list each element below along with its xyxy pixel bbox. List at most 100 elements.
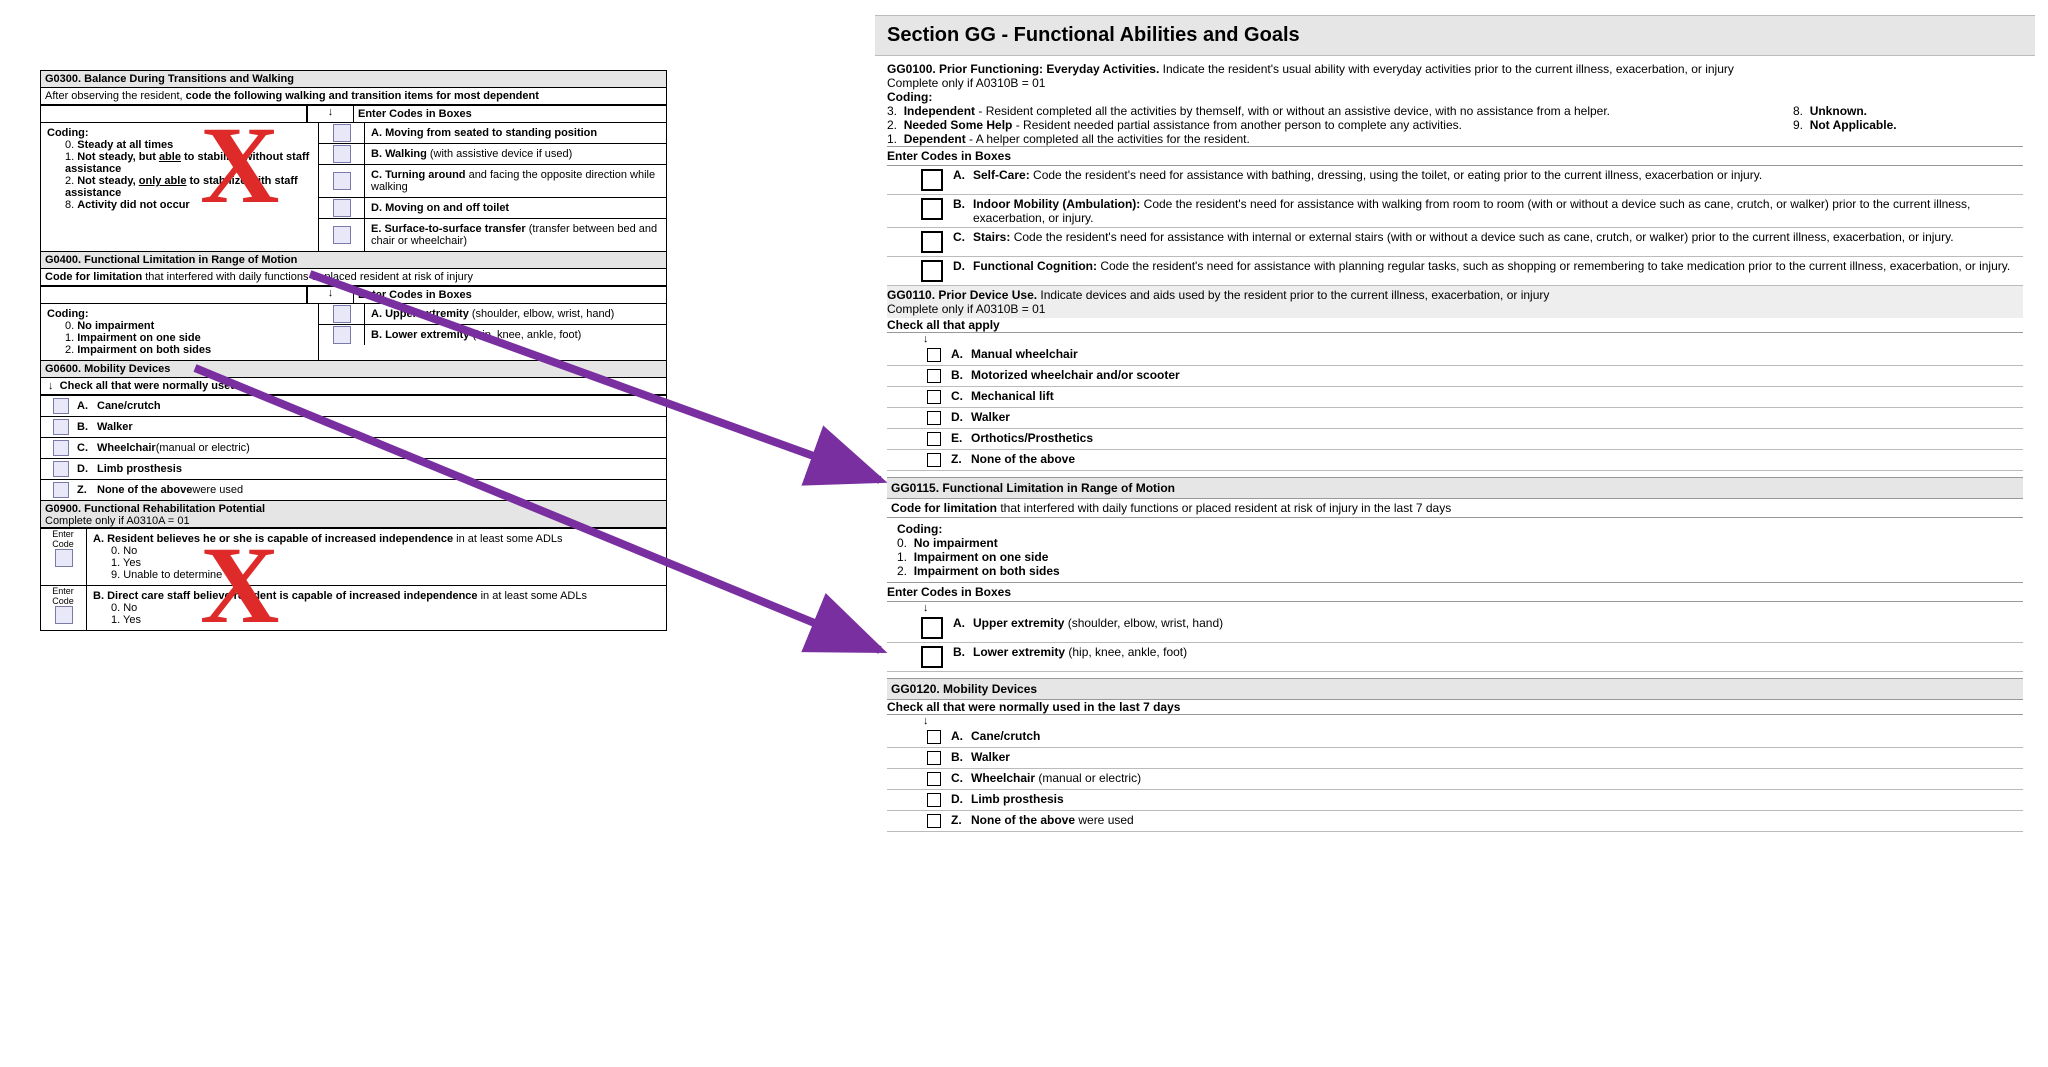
tt: were used [192,484,243,496]
checkbox[interactable] [927,751,941,765]
l: C. [953,230,973,244]
code-box[interactable] [333,226,351,244]
g0600-z: Z.None of the above were used [41,479,666,500]
code-box[interactable] [333,172,351,190]
t: (shoulder, elbow, wrist, hand) [1064,616,1223,630]
checkbox[interactable] [927,772,941,786]
c1: Impairment on one side [77,332,200,344]
code-box[interactable] [333,145,351,163]
code-box[interactable] [921,169,943,191]
checkbox[interactable] [927,390,941,404]
t: Walker [97,421,133,433]
enter-label: Enter Codes in Boxes [887,585,1011,599]
bt: in at least some ADLs [478,590,587,602]
b: Functional Cognition: [973,259,1097,273]
new-form: Section GG - Functional Abilities and Go… [875,15,2035,838]
t: (hip, knee, ankle, foot) [1065,645,1187,659]
code-box[interactable] [333,326,351,344]
gg0120-d: D.Limb prosthesis [887,790,2023,811]
code-box[interactable] [921,617,943,639]
gg0115-b: B.Lower extremity (hip, knee, ankle, foo… [887,643,2023,672]
d: Indicate devices and aids used by the re… [1037,288,1549,302]
gg0110-b: B.Motorized wheelchair and/or scooter [887,366,2023,387]
checkbox[interactable] [927,453,941,467]
checkbox[interactable] [927,369,941,383]
t: Mechanical lift [971,389,1054,403]
c2u: only able [139,175,187,187]
g0300-instr-pre: After observing the resident, [45,90,186,102]
arrow-down-icon: ↓ [923,715,2023,727]
g0600-header: G0600. Mobility Devices [41,360,666,378]
checkbox[interactable] [927,411,941,425]
g0300-b: B. Walking (with assistive device if use… [365,144,666,164]
legacy-form: G0300. Balance During Transitions and Wa… [40,70,667,631]
l: D. [951,792,971,806]
t: GG0110. Prior Device Use. [887,288,1037,302]
gg0100-a: A.Self-Care: Code the resident's need fo… [887,166,2023,195]
g0400-codes-label: Enter Codes in Boxes [354,287,666,303]
al: A. [371,308,382,320]
l: A. [951,729,971,743]
code-box[interactable] [55,549,73,567]
checkbox[interactable] [53,419,69,435]
bt: (hip, knee, ankle, foot) [469,329,581,341]
t: Orthotics/Prosthetics [971,431,1093,445]
code-box[interactable] [921,646,943,668]
code-box[interactable] [333,305,351,323]
gg0100-header: GG0100. Prior Functioning: Everyday Acti… [887,62,2023,90]
t: Code the resident's need for assistance … [1097,259,2010,273]
code-box[interactable] [55,606,73,624]
t: (manual or electric) [1035,771,1141,785]
l: C. [951,771,971,785]
l: D. [953,259,973,273]
g0300-instruction: After observing the resident, code the f… [41,88,666,105]
bb: Direct care staff believe resident is ca… [107,590,477,602]
g0600-b: B.Walker [41,416,666,437]
code-box[interactable] [333,199,351,217]
d: Indoor Mobility (Ambulation): Code the r… [973,197,2019,225]
bb: Walking [385,148,427,160]
cl: Coding: [887,90,932,104]
c1u: able [159,151,181,163]
bb: Lower extremity [385,329,469,341]
checkbox[interactable] [53,482,69,498]
c0: Steady at all times [77,139,173,151]
c0: No impairment [77,320,154,332]
c0: No impairment [914,536,998,550]
g0400-header: G0400. Functional Limitation in Range of… [41,251,666,269]
t: GG0100. Prior Functioning: Everyday Acti… [887,62,1159,76]
checkbox[interactable] [927,348,941,362]
enter-code-label: Enter Code [41,529,85,549]
checkbox[interactable] [53,440,69,456]
d: None of the above were used [971,813,2019,827]
t: Code the resident's need for assistance … [1010,230,1953,244]
code-box[interactable] [921,198,943,220]
gg0110-a: A.Manual wheelchair [887,345,2023,366]
g0400-a: A. Upper extremity (shoulder, elbow, wri… [365,304,666,324]
gg0115-coding: Coding: 0. No impairment 1. Impairment o… [887,518,2023,582]
checkbox[interactable] [927,432,941,446]
t: Cane/crutch [971,729,1040,743]
gg0120-header: GG0120. Mobility Devices [887,678,2023,700]
cl: C. [371,169,382,181]
gg0110-c: C.Mechanical lift [887,387,2023,408]
code-box[interactable] [333,124,351,142]
a1: 1. Yes [93,557,660,569]
l: B. [953,645,973,659]
checkbox[interactable] [927,793,941,807]
g0300-c: C. Turning around and facing the opposit… [365,165,666,197]
checkbox[interactable] [53,461,69,477]
checkbox[interactable] [927,814,941,828]
code-box[interactable] [921,231,943,253]
checkbox[interactable] [927,730,941,744]
code-box[interactable] [921,260,943,282]
bt: (with assistive device if used) [427,148,573,160]
b: None of the above [971,813,1075,827]
eb: Surface-to-surface transfer [384,223,525,235]
l: Z. [951,452,971,466]
checkbox[interactable] [53,398,69,414]
l: E. [951,431,971,445]
c3b: Independent [904,104,975,118]
c1: Impairment on one side [914,550,1049,564]
d: Upper extremity (shoulder, elbow, wrist,… [973,616,2019,630]
